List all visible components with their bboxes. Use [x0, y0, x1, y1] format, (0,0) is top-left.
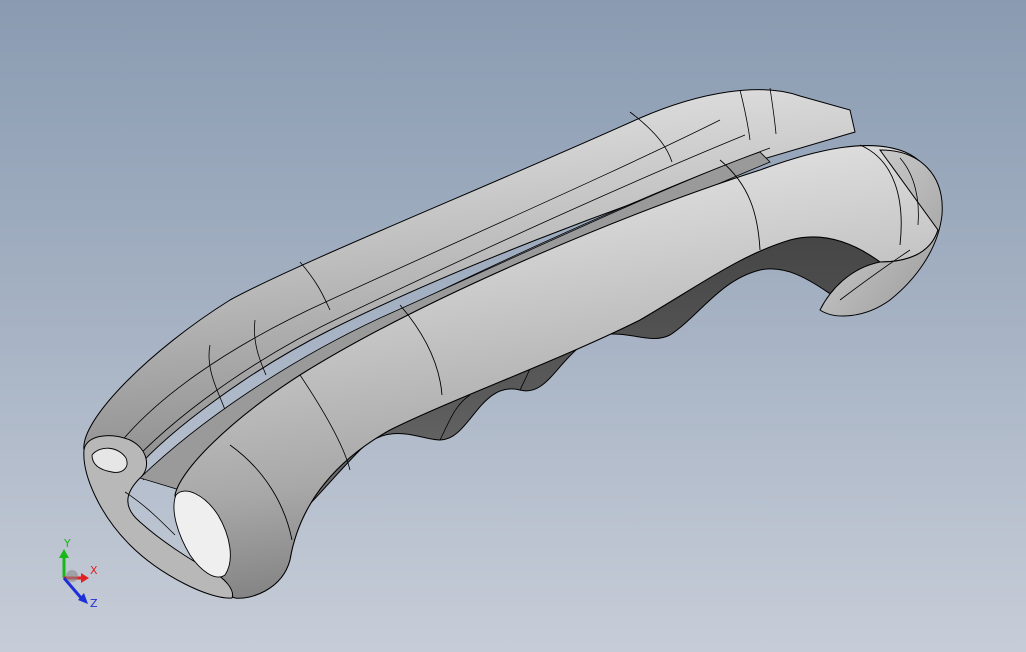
coordinate-triad: Y X Z	[59, 537, 98, 610]
x-axis-label: X	[90, 564, 98, 577]
graphics-viewport[interactable]: Y X Z	[0, 0, 1026, 652]
y-axis-label: Y	[63, 537, 71, 550]
triad-origin	[66, 570, 78, 582]
z-axis-arrow	[62, 577, 88, 604]
handle-3d-model[interactable]	[0, 0, 1026, 652]
z-axis-label: Z	[90, 597, 98, 610]
